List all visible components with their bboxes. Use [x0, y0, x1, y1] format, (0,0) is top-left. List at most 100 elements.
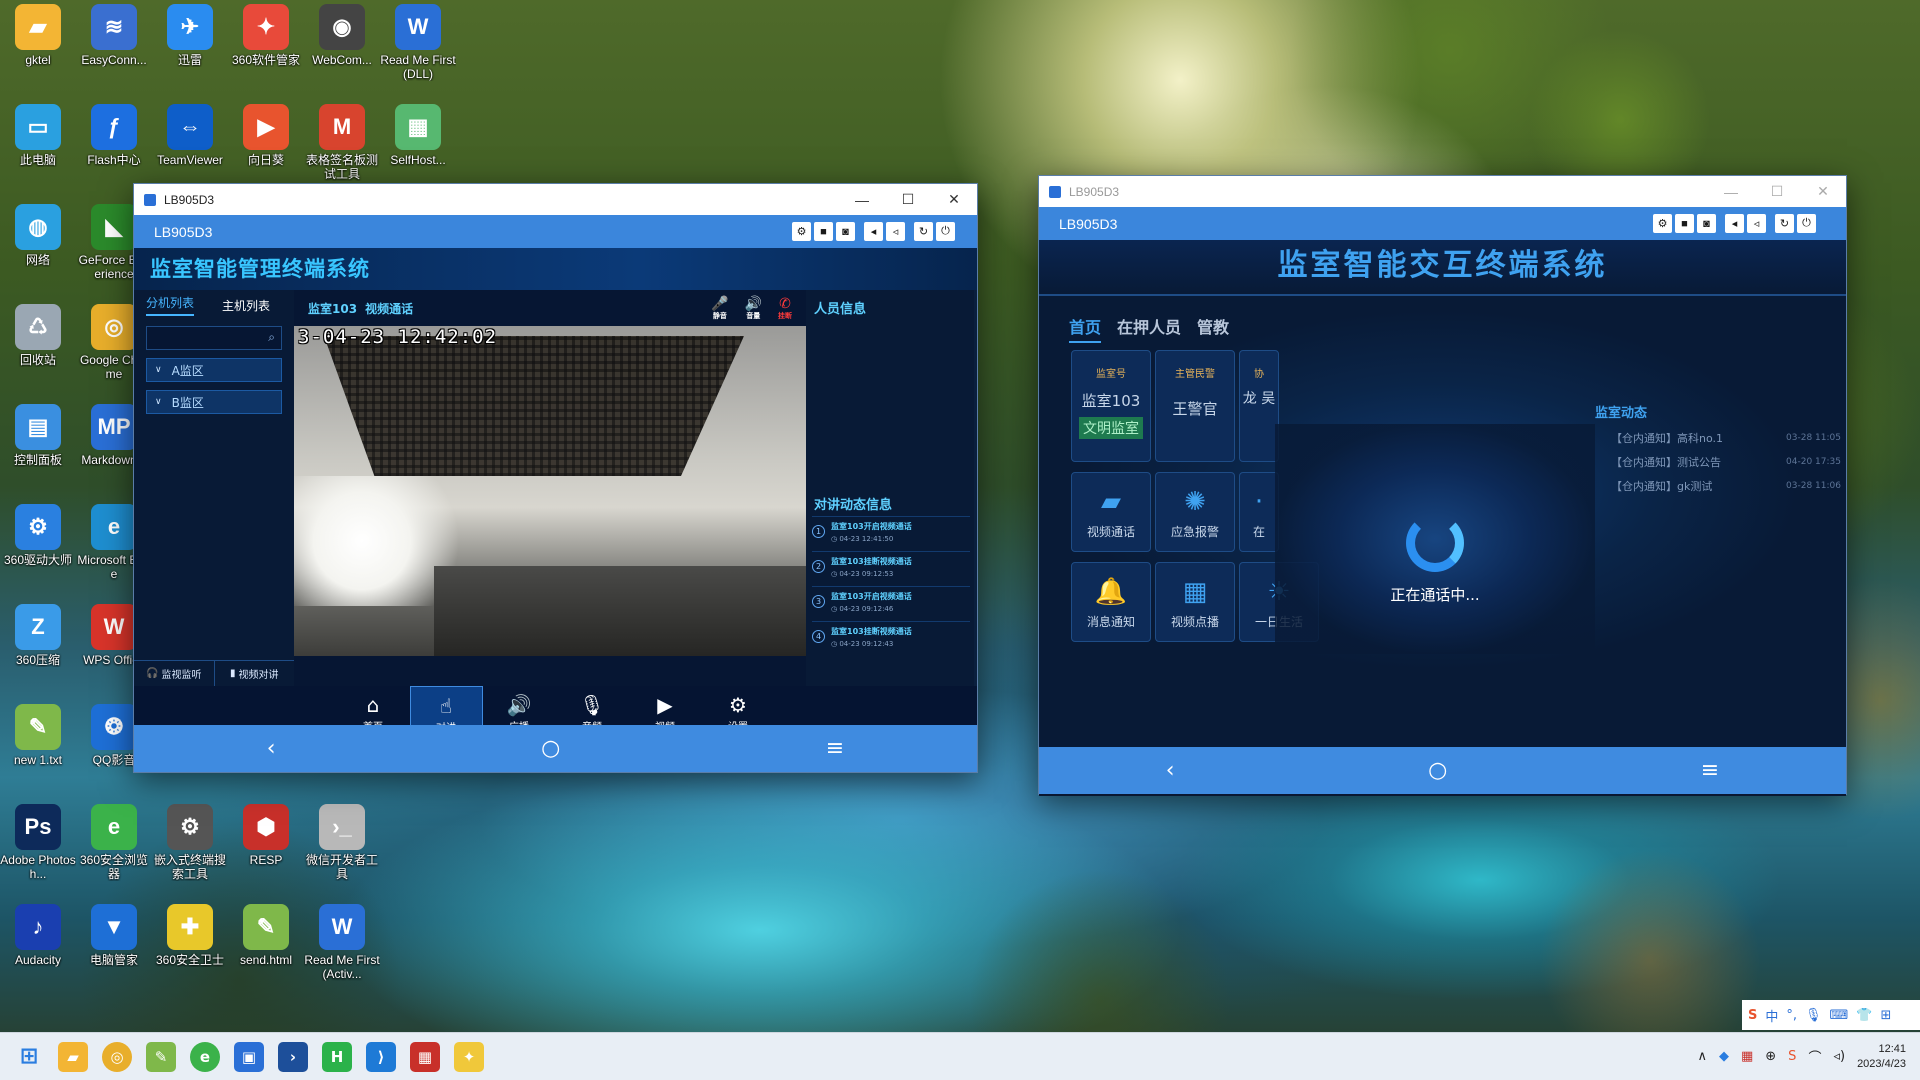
maximize-button[interactable]: ☐ — [1754, 176, 1800, 207]
desktop-icon[interactable]: ✈ 迅雷 — [152, 4, 228, 67]
left-window-titlebar[interactable]: LB905D3 — ☐ ✕ — [134, 184, 977, 215]
menu-icon[interactable]: ≡ — [1701, 758, 1719, 783]
tile-notifications[interactable]: 🔔 消息通知 — [1071, 562, 1151, 642]
desktop-icon[interactable]: ⇔ TeamViewer — [152, 104, 228, 167]
group-a[interactable]: ∨ A监区 — [146, 358, 282, 382]
menu-icon[interactable]: ≡ — [826, 736, 844, 761]
desktop-icon[interactable]: W Read Me First(Activ... — [304, 904, 380, 981]
wifi-icon[interactable]: ⌒ — [1808, 1047, 1821, 1066]
desktop-icon[interactable]: ✦ 360软件管家 — [228, 4, 304, 67]
volume-up-icon[interactable]: ◃ — [1747, 214, 1766, 233]
minimize-button[interactable]: — — [839, 184, 885, 215]
desktop-icon[interactable]: ▶ 向日葵 — [228, 104, 304, 167]
mute-button[interactable]: 🎤 静音 — [711, 296, 728, 321]
maximize-button[interactable]: ☐ — [885, 184, 931, 215]
tile-partial[interactable]: · 在 — [1239, 472, 1279, 552]
tab-guards[interactable]: 管教 — [1197, 314, 1229, 343]
file-explorer-icon[interactable]: ▰ — [58, 1041, 88, 1072]
desktop-icon[interactable]: ƒ Flash中心 — [76, 104, 152, 167]
desktop-icon[interactable]: ▼ 电脑管家 — [76, 904, 152, 967]
back-icon[interactable]: ‹ — [267, 736, 276, 761]
close-button[interactable]: ✕ — [931, 184, 977, 215]
chrome-icon[interactable]: ◎ — [102, 1041, 132, 1072]
volume-button[interactable]: 🔊 音量 — [745, 296, 762, 321]
desktop-icon[interactable]: Ps Adobe Photosh... — [0, 804, 76, 881]
power-icon[interactable]: ⏻ — [936, 222, 955, 241]
tray-app-icon[interactable]: ◆ — [1719, 1049, 1729, 1064]
monitor-listen-button[interactable]: 🎧 监视监听 — [134, 661, 214, 686]
refresh-icon[interactable]: ↻ — [914, 222, 933, 241]
skin-icon[interactable]: 👕 — [1856, 1008, 1872, 1023]
back-icon[interactable]: ‹ — [1166, 758, 1175, 783]
desktop-icon[interactable]: ♪ Audacity — [0, 904, 76, 967]
home-circle-icon[interactable]: ○ — [1428, 758, 1447, 783]
tab-extension-list[interactable]: 分机列表 — [146, 294, 195, 316]
settings-icon[interactable]: ⚙ — [792, 222, 811, 241]
desktop-icon[interactable]: ✚ 360安全卫士 — [152, 904, 228, 967]
right-window-titlebar[interactable]: LB905D3 — ☐ ✕ — [1039, 176, 1846, 207]
desktop-icon[interactable]: Z 360压缩 — [0, 604, 76, 667]
desktop-icon[interactable]: ⚙ 嵌入式终端搜索工具 — [152, 804, 228, 881]
desktop-icon[interactable]: ✎ new 1.txt — [0, 704, 76, 767]
hangup-button[interactable]: ✆ 挂断 — [778, 296, 792, 321]
desktop-icon[interactable]: ◍ 网络 — [0, 204, 76, 267]
microphone-icon[interactable]: 🎙 — [1805, 1008, 1822, 1023]
desktop-icon[interactable]: ◉ WebCom... — [304, 4, 380, 67]
minimize-button[interactable]: — — [1708, 176, 1754, 207]
news-item[interactable]: 【仓内通知】高科no.1 03-28 11:05 — [1611, 426, 1841, 450]
tile-video-call[interactable]: ▰ 视频通话 — [1071, 472, 1151, 552]
record-icon[interactable]: ■ — [814, 222, 833, 241]
tray-ime-icon[interactable]: ⊕ — [1765, 1049, 1776, 1064]
hbuilder-icon[interactable]: H — [322, 1041, 352, 1072]
powershell-icon[interactable]: › — [278, 1041, 308, 1072]
camera-icon[interactable]: ◙ — [1697, 214, 1716, 233]
desktop-icon[interactable]: e 360安全浏览器 — [76, 804, 152, 881]
lb905d3-app-icon[interactable]: ▣ — [234, 1041, 264, 1072]
desktop-icon[interactable]: ≋ EasyConn... — [76, 4, 152, 67]
desktop-icon[interactable]: ›_ 微信开发者工具 — [304, 804, 380, 881]
browser-360-icon[interactable]: e — [190, 1041, 220, 1072]
tile-vod[interactable]: ▦ 视频点播 — [1155, 562, 1235, 642]
tab-host-list[interactable]: 主机列表 — [222, 297, 270, 314]
sogou-icon[interactable]: S — [1748, 1008, 1757, 1023]
start-button[interactable]: ⊞ — [14, 1042, 44, 1072]
desktop-icon[interactable]: ♺ 回收站 — [0, 304, 76, 367]
desktop-icon[interactable]: ✎ send.html — [228, 904, 304, 967]
desktop-icon[interactable]: M 表格签名板测试工具 — [304, 104, 380, 181]
tab-detainees[interactable]: 在押人员 — [1117, 314, 1181, 343]
desktop-icon[interactable]: ▭ 此电脑 — [0, 104, 76, 167]
refresh-icon[interactable]: ↻ — [1775, 214, 1794, 233]
sticky-notes-icon[interactable]: ✦ — [454, 1041, 484, 1072]
grid-icon[interactable]: ⊞ — [1881, 1008, 1892, 1023]
volume-up-icon[interactable]: ◃ — [886, 222, 905, 241]
record-icon[interactable]: ■ — [1675, 214, 1694, 233]
vscode-icon[interactable]: ⟩ — [366, 1041, 396, 1072]
desktop-icon[interactable]: ▰ gktel — [0, 4, 76, 67]
desktop-icon[interactable]: ▦ SelfHost... — [380, 104, 456, 167]
volume-icon[interactable]: ◃) — [1833, 1049, 1845, 1064]
news-item[interactable]: 【仓内通知】gk测试 03-28 11:06 — [1611, 474, 1841, 498]
camera-icon[interactable]: ◙ — [836, 222, 855, 241]
power-icon[interactable]: ⏻ — [1797, 214, 1816, 233]
tray-overflow-icon[interactable]: ∧ — [1697, 1049, 1707, 1064]
volume-down-icon[interactable]: ◂ — [1725, 214, 1744, 233]
punctuation-icon[interactable]: °, — [1786, 1008, 1797, 1023]
desktop-icon[interactable]: ⚙ 360驱动大师 — [0, 504, 76, 567]
home-circle-icon[interactable]: ○ — [541, 736, 560, 761]
tray-app-icon[interactable]: ▦ — [1741, 1049, 1753, 1064]
tab-home[interactable]: 首页 — [1069, 314, 1102, 343]
resp-taskbar-icon[interactable]: ▦ — [410, 1041, 440, 1072]
search-input[interactable]: ⌕ — [146, 326, 282, 350]
close-button[interactable]: ✕ — [1800, 176, 1846, 207]
news-item[interactable]: 【仓内通知】测试公告 04-20 17:35 — [1611, 450, 1841, 474]
group-b[interactable]: ∨ B监区 — [146, 390, 282, 414]
notepad-icon[interactable]: ✎ — [146, 1041, 176, 1072]
keyboard-icon[interactable]: ⌨ — [1830, 1008, 1849, 1023]
desktop-icon[interactable]: W Read Me First(DLL) — [380, 4, 456, 81]
desktop-icon[interactable]: ▤ 控制面板 — [0, 404, 76, 467]
tile-emergency[interactable]: ✺ 应急报警 — [1155, 472, 1235, 552]
video-intercom-button[interactable]: ▮ 视频对讲 — [213, 661, 295, 686]
tray-sogou-icon[interactable]: S — [1788, 1049, 1796, 1064]
volume-down-icon[interactable]: ◂ — [864, 222, 883, 241]
clock[interactable]: 12:41 2023/4/23 — [1857, 1042, 1906, 1072]
